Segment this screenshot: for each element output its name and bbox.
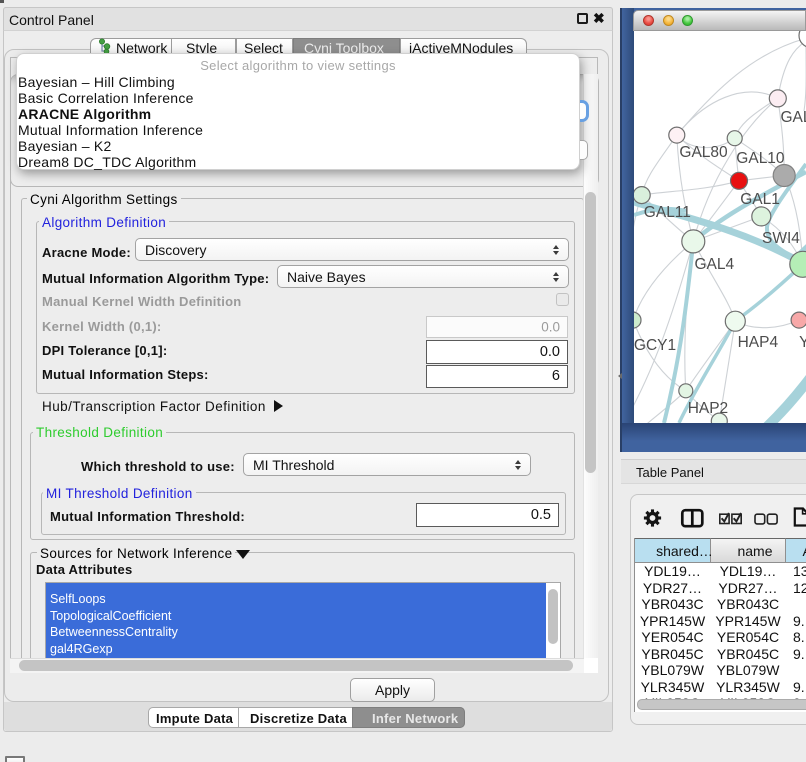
svg-text:GAL: GAL xyxy=(781,109,806,126)
svg-text:GAL11: GAL11 xyxy=(644,204,691,221)
svg-text:Y: Y xyxy=(799,334,806,351)
svg-text:GCY1: GCY1 xyxy=(634,337,676,354)
svg-text:SWI4: SWI4 xyxy=(762,230,800,247)
svg-text:HAP2: HAP2 xyxy=(688,400,729,417)
svg-text:GAL80: GAL80 xyxy=(679,144,728,161)
svg-text:GAL1: GAL1 xyxy=(740,191,780,208)
svg-text:GAL10: GAL10 xyxy=(736,150,785,167)
svg-text:GAL4: GAL4 xyxy=(695,256,735,273)
svg-text:HAP4: HAP4 xyxy=(738,334,779,351)
